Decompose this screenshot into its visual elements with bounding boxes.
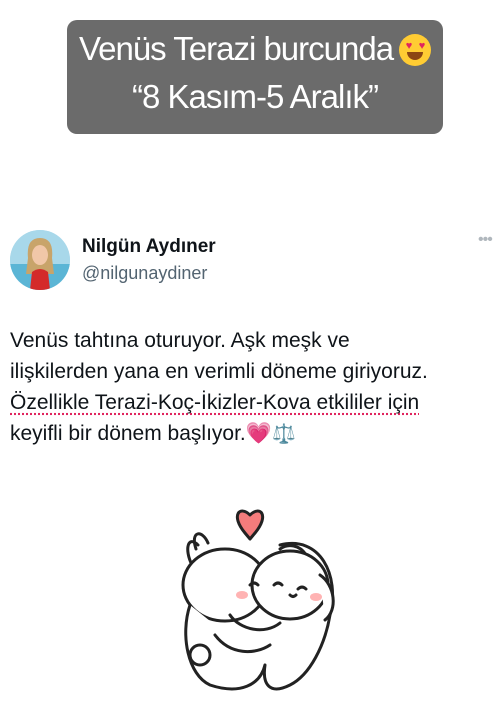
hugging-bunnies-illustration bbox=[170, 505, 350, 705]
story-caption-banner: Venüs Terazi burcunda ♥ ♥ “8 Kasım-5 Aralı… bbox=[67, 20, 443, 134]
story-caption-line-2: “8 Kasım-5 Aralık” bbox=[131, 78, 379, 115]
tweet-text: Venüs tahtına oturuyor. Aşk meşk ve iliş… bbox=[10, 325, 495, 450]
story-caption-line-1: Venüs Terazi burcunda ♥ ♥ bbox=[67, 30, 443, 68]
author-handle[interactable]: @nilgunaydiner bbox=[82, 263, 207, 284]
author-name[interactable]: Nilgün Aydıner bbox=[82, 236, 216, 258]
avatar[interactable] bbox=[10, 230, 70, 290]
pink-heart-icon: 💗 bbox=[245, 422, 272, 445]
tweet-text-line: Özellikle Terazi-Koç-İkizler-Kova etkili… bbox=[10, 391, 420, 414]
heart-eyes-icon: ♥ ♥ bbox=[399, 34, 432, 66]
balance-scale-icon: ⚖️ bbox=[271, 424, 296, 445]
more-options-icon[interactable]: ••• bbox=[478, 232, 500, 248]
tweet-card: Nilgün Aydıner @nilgunaydiner ••• Venüs … bbox=[0, 220, 500, 468]
tweet-text-line: Venüs tahtına oturuyor. Aşk meşk ve bbox=[10, 329, 350, 352]
tweet-text-line: ilişkilerden yana en verimli döneme giri… bbox=[10, 360, 428, 383]
tweet-text-line-last: keyifli bir dönem başlıyor.💗⚖️ bbox=[10, 422, 296, 445]
